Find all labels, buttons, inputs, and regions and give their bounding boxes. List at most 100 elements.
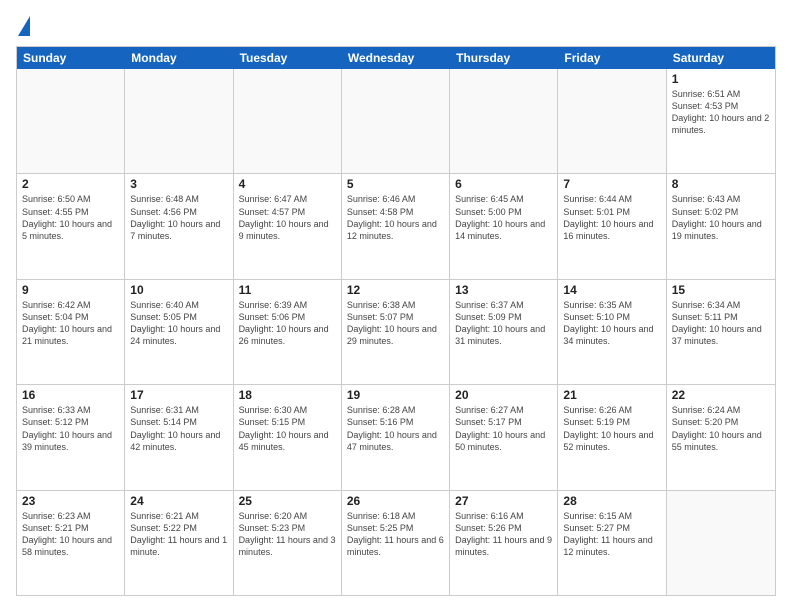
day-info: Sunrise: 6:45 AM Sunset: 5:00 PM Dayligh… <box>455 193 552 242</box>
day-number: 17 <box>130 388 227 402</box>
day-number: 16 <box>22 388 119 402</box>
logo-triangle-icon <box>18 16 30 36</box>
day-number: 14 <box>563 283 660 297</box>
day-info: Sunrise: 6:48 AM Sunset: 4:56 PM Dayligh… <box>130 193 227 242</box>
calendar-cell: 26 Sunrise: 6:18 AM Sunset: 5:25 PM Dayli… <box>342 491 450 595</box>
calendar-row-3: 16 Sunrise: 6:33 AM Sunset: 5:12 PM Dayli… <box>17 385 775 490</box>
calendar-header: SundayMondayTuesdayWednesdayThursdayFrid… <box>17 47 775 69</box>
day-info: Sunrise: 6:21 AM Sunset: 5:22 PM Dayligh… <box>130 510 227 559</box>
day-info: Sunrise: 6:42 AM Sunset: 5:04 PM Dayligh… <box>22 299 119 348</box>
day-info: Sunrise: 6:26 AM Sunset: 5:19 PM Dayligh… <box>563 404 660 453</box>
day-number: 5 <box>347 177 444 191</box>
calendar-cell: 7 Sunrise: 6:44 AM Sunset: 5:01 PM Daylig… <box>558 174 666 278</box>
calendar-cell <box>450 69 558 173</box>
day-number: 26 <box>347 494 444 508</box>
day-number: 18 <box>239 388 336 402</box>
calendar-cell: 3 Sunrise: 6:48 AM Sunset: 4:56 PM Daylig… <box>125 174 233 278</box>
calendar-cell: 5 Sunrise: 6:46 AM Sunset: 4:58 PM Daylig… <box>342 174 450 278</box>
calendar-cell: 25 Sunrise: 6:20 AM Sunset: 5:23 PM Dayli… <box>234 491 342 595</box>
calendar-cell: 23 Sunrise: 6:23 AM Sunset: 5:21 PM Dayli… <box>17 491 125 595</box>
day-number: 13 <box>455 283 552 297</box>
calendar-cell: 2Sunrise: 6:50 AM Sunset: 4:55 PM Daylig… <box>17 174 125 278</box>
day-number: 11 <box>239 283 336 297</box>
day-info: Sunrise: 6:37 AM Sunset: 5:09 PM Dayligh… <box>455 299 552 348</box>
day-info: Sunrise: 6:46 AM Sunset: 4:58 PM Dayligh… <box>347 193 444 242</box>
day-info: Sunrise: 6:20 AM Sunset: 5:23 PM Dayligh… <box>239 510 336 559</box>
day-info: Sunrise: 6:35 AM Sunset: 5:10 PM Dayligh… <box>563 299 660 348</box>
weekday-header-thursday: Thursday <box>450 47 558 69</box>
calendar-cell: 18 Sunrise: 6:30 AM Sunset: 5:15 PM Dayli… <box>234 385 342 489</box>
calendar-cell: 19 Sunrise: 6:28 AM Sunset: 5:16 PM Dayli… <box>342 385 450 489</box>
day-number: 19 <box>347 388 444 402</box>
day-number: 23 <box>22 494 119 508</box>
day-number: 9 <box>22 283 119 297</box>
calendar: SundayMondayTuesdayWednesdayThursdayFrid… <box>16 46 776 596</box>
calendar-cell: 11 Sunrise: 6:39 AM Sunset: 5:06 PM Dayli… <box>234 280 342 384</box>
day-number: 10 <box>130 283 227 297</box>
day-number: 15 <box>672 283 770 297</box>
day-number: 3 <box>130 177 227 191</box>
day-number: 25 <box>239 494 336 508</box>
day-info: Sunrise: 6:33 AM Sunset: 5:12 PM Dayligh… <box>22 404 119 453</box>
weekday-header-sunday: Sunday <box>17 47 125 69</box>
weekday-header-friday: Friday <box>558 47 666 69</box>
day-number: 22 <box>672 388 770 402</box>
day-info: Sunrise: 6:18 AM Sunset: 5:25 PM Dayligh… <box>347 510 444 559</box>
header <box>16 16 776 38</box>
day-number: 24 <box>130 494 227 508</box>
logo <box>16 16 30 38</box>
calendar-cell: 12 Sunrise: 6:38 AM Sunset: 5:07 PM Dayli… <box>342 280 450 384</box>
calendar-cell <box>342 69 450 173</box>
day-info: Sunrise: 6:31 AM Sunset: 5:14 PM Dayligh… <box>130 404 227 453</box>
day-info: Sunrise: 6:27 AM Sunset: 5:17 PM Dayligh… <box>455 404 552 453</box>
calendar-row-4: 23 Sunrise: 6:23 AM Sunset: 5:21 PM Dayli… <box>17 491 775 595</box>
day-info: Sunrise: 6:44 AM Sunset: 5:01 PM Dayligh… <box>563 193 660 242</box>
day-info: Sunrise: 6:39 AM Sunset: 5:06 PM Dayligh… <box>239 299 336 348</box>
day-info: Sunrise: 6:15 AM Sunset: 5:27 PM Dayligh… <box>563 510 660 559</box>
day-info: Sunrise: 6:38 AM Sunset: 5:07 PM Dayligh… <box>347 299 444 348</box>
calendar-cell: 16 Sunrise: 6:33 AM Sunset: 5:12 PM Dayli… <box>17 385 125 489</box>
weekday-header-saturday: Saturday <box>667 47 775 69</box>
calendar-cell: 6 Sunrise: 6:45 AM Sunset: 5:00 PM Daylig… <box>450 174 558 278</box>
day-info: Sunrise: 6:51 AM Sunset: 4:53 PM Dayligh… <box>672 88 770 137</box>
calendar-cell: 20 Sunrise: 6:27 AM Sunset: 5:17 PM Dayli… <box>450 385 558 489</box>
day-number: 8 <box>672 177 770 191</box>
day-number: 1 <box>672 72 770 86</box>
calendar-cell: 13 Sunrise: 6:37 AM Sunset: 5:09 PM Dayli… <box>450 280 558 384</box>
day-info: Sunrise: 6:30 AM Sunset: 5:15 PM Dayligh… <box>239 404 336 453</box>
day-info: Sunrise: 6:23 AM Sunset: 5:21 PM Dayligh… <box>22 510 119 559</box>
weekday-header-tuesday: Tuesday <box>234 47 342 69</box>
day-info: Sunrise: 6:47 AM Sunset: 4:57 PM Dayligh… <box>239 193 336 242</box>
calendar-cell: 28Sunrise: 6:15 AM Sunset: 5:27 PM Dayli… <box>558 491 666 595</box>
calendar-cell <box>17 69 125 173</box>
calendar-cell: 14 Sunrise: 6:35 AM Sunset: 5:10 PM Dayli… <box>558 280 666 384</box>
day-info: Sunrise: 6:16 AM Sunset: 5:26 PM Dayligh… <box>455 510 552 559</box>
calendar-row-2: 9 Sunrise: 6:42 AM Sunset: 5:04 PM Daylig… <box>17 280 775 385</box>
day-number: 7 <box>563 177 660 191</box>
calendar-cell <box>667 491 775 595</box>
day-number: 2 <box>22 177 119 191</box>
calendar-cell: 9 Sunrise: 6:42 AM Sunset: 5:04 PM Daylig… <box>17 280 125 384</box>
calendar-cell: 22Sunrise: 6:24 AM Sunset: 5:20 PM Dayli… <box>667 385 775 489</box>
day-number: 4 <box>239 177 336 191</box>
calendar-body: 1 Sunrise: 6:51 AM Sunset: 4:53 PM Daylig… <box>17 69 775 595</box>
weekday-header-wednesday: Wednesday <box>342 47 450 69</box>
calendar-cell: 27Sunrise: 6:16 AM Sunset: 5:26 PM Dayli… <box>450 491 558 595</box>
day-number: 12 <box>347 283 444 297</box>
calendar-cell: 24 Sunrise: 6:21 AM Sunset: 5:22 PM Dayli… <box>125 491 233 595</box>
calendar-cell <box>125 69 233 173</box>
calendar-cell: 4 Sunrise: 6:47 AM Sunset: 4:57 PM Daylig… <box>234 174 342 278</box>
day-number: 21 <box>563 388 660 402</box>
day-info: Sunrise: 6:40 AM Sunset: 5:05 PM Dayligh… <box>130 299 227 348</box>
calendar-cell <box>558 69 666 173</box>
weekday-header-monday: Monday <box>125 47 233 69</box>
calendar-cell: 1 Sunrise: 6:51 AM Sunset: 4:53 PM Daylig… <box>667 69 775 173</box>
day-number: 6 <box>455 177 552 191</box>
day-number: 20 <box>455 388 552 402</box>
day-info: Sunrise: 6:34 AM Sunset: 5:11 PM Dayligh… <box>672 299 770 348</box>
calendar-cell: 17 Sunrise: 6:31 AM Sunset: 5:14 PM Dayli… <box>125 385 233 489</box>
day-info: Sunrise: 6:43 AM Sunset: 5:02 PM Dayligh… <box>672 193 770 242</box>
calendar-cell: 15 Sunrise: 6:34 AM Sunset: 5:11 PM Dayli… <box>667 280 775 384</box>
day-info: Sunrise: 6:28 AM Sunset: 5:16 PM Dayligh… <box>347 404 444 453</box>
calendar-row-1: 2Sunrise: 6:50 AM Sunset: 4:55 PM Daylig… <box>17 174 775 279</box>
